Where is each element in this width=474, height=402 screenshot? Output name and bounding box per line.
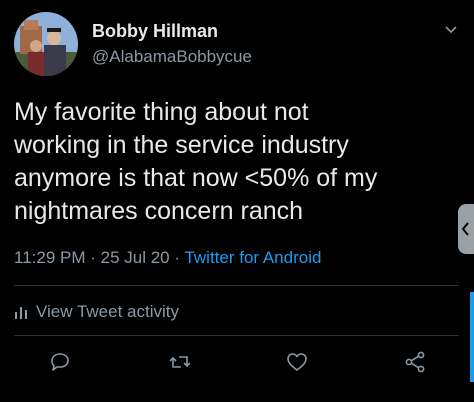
scrollbar[interactable]: [470, 292, 474, 382]
retweet-icon[interactable]: [168, 350, 192, 374]
chevron-left-icon: [461, 222, 469, 236]
bar-chart-icon: [15, 307, 27, 319]
tweet-meta: 11:29 PM · 25 Jul 20 · Twitter for Andro…: [14, 248, 321, 268]
activity-label: View Tweet activity: [36, 302, 179, 321]
tweet-actions: [0, 350, 474, 380]
divider: [14, 335, 459, 336]
tweet-text: My favorite thing about not working in t…: [14, 98, 378, 225]
meta-separator: ·: [169, 248, 185, 267]
handle[interactable]: @AlabamaBobbycue: [92, 46, 252, 68]
avatar[interactable]: [14, 12, 78, 76]
meta-separator: ·: [85, 248, 101, 267]
divider: [14, 285, 459, 286]
share-icon[interactable]: [403, 350, 427, 374]
heart-icon[interactable]: [285, 350, 309, 374]
reply-icon[interactable]: [48, 350, 72, 374]
tweet-source[interactable]: Twitter for Android: [184, 248, 321, 267]
display-name[interactable]: Bobby Hillman: [92, 20, 252, 42]
side-panel-tab[interactable]: [458, 204, 474, 254]
tweet-time[interactable]: 11:29 PM: [14, 248, 86, 267]
tweet-date[interactable]: 25 Jul 20: [101, 248, 170, 267]
view-tweet-activity[interactable]: View Tweet activity: [14, 302, 179, 322]
chevron-down-icon[interactable]: [443, 22, 459, 38]
tweet-header: Bobby Hillman @AlabamaBobbycue: [14, 12, 459, 82]
